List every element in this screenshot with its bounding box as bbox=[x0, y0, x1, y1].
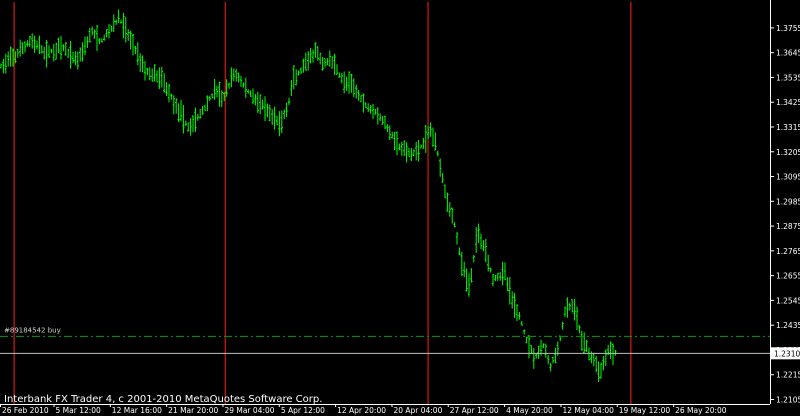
y-tick-label-2: 1.3535 bbox=[776, 73, 800, 82]
y-tick-label-1: 1.3645 bbox=[776, 49, 800, 58]
y-tick-label-11: 1.2545 bbox=[776, 296, 800, 305]
x-tick-label-10: 12 May 04:00 bbox=[562, 406, 614, 415]
order-line-label: #89184542 buy bbox=[4, 326, 61, 334]
x-tick-label-1: 5 Mar 12:00 bbox=[56, 406, 102, 415]
y-tick-label-4: 1.3315 bbox=[776, 123, 800, 132]
x-tick-label-0: 26 Feb 2010 bbox=[2, 406, 49, 415]
y-tick-label-9: 1.2765 bbox=[776, 247, 800, 256]
x-tick-label-4: 29 Mar 04:00 bbox=[224, 406, 274, 415]
y-tick-label-3: 1.3425 bbox=[776, 98, 800, 107]
y-tick-label-15: 1.2105 bbox=[776, 395, 800, 404]
y-tick-label-8: 1.2875 bbox=[776, 222, 800, 231]
x-tick-label-9: 4 May 20:00 bbox=[506, 406, 553, 415]
y-tick-label-14: 1.2215 bbox=[776, 371, 800, 380]
y-tick-label-7: 1.2985 bbox=[776, 197, 800, 206]
copyright-text: Interbank FX Trader 4, c 2001-2010 MetaQ… bbox=[4, 394, 322, 405]
y-tick-label-10: 1.2655 bbox=[776, 272, 800, 281]
x-tick-label-11: 19 May 12:00 bbox=[619, 406, 671, 415]
x-tick-label-12: 26 May 20:00 bbox=[675, 406, 727, 415]
x-tick-label-7: 20 Apr 04:00 bbox=[393, 406, 442, 415]
y-tick-label-5: 1.3205 bbox=[776, 148, 800, 157]
y-tick-label-12: 1.2435 bbox=[776, 321, 800, 330]
x-tick-label-8: 27 Apr 12:00 bbox=[450, 406, 499, 415]
y-tick-label-0: 1.3755 bbox=[776, 24, 800, 33]
x-tick-label-5: 5 Apr 12:00 bbox=[281, 406, 325, 415]
price-chart[interactable]: 1.3755 1.3645 1.3535 1.3425 1.3315 1.3205 1.30… bbox=[0, 0, 800, 416]
price-tag-text: 1.2310 bbox=[774, 349, 800, 358]
x-tick-label-6: 12 Apr 20:00 bbox=[337, 406, 386, 415]
y-tick-label-6: 1.3095 bbox=[776, 173, 800, 182]
current-price-tag: 1.2310 bbox=[771, 347, 800, 360]
x-tick-label-2: 12 Mar 16:00 bbox=[112, 406, 162, 415]
x-tick-label-3: 21 Mar 20:00 bbox=[168, 406, 218, 415]
